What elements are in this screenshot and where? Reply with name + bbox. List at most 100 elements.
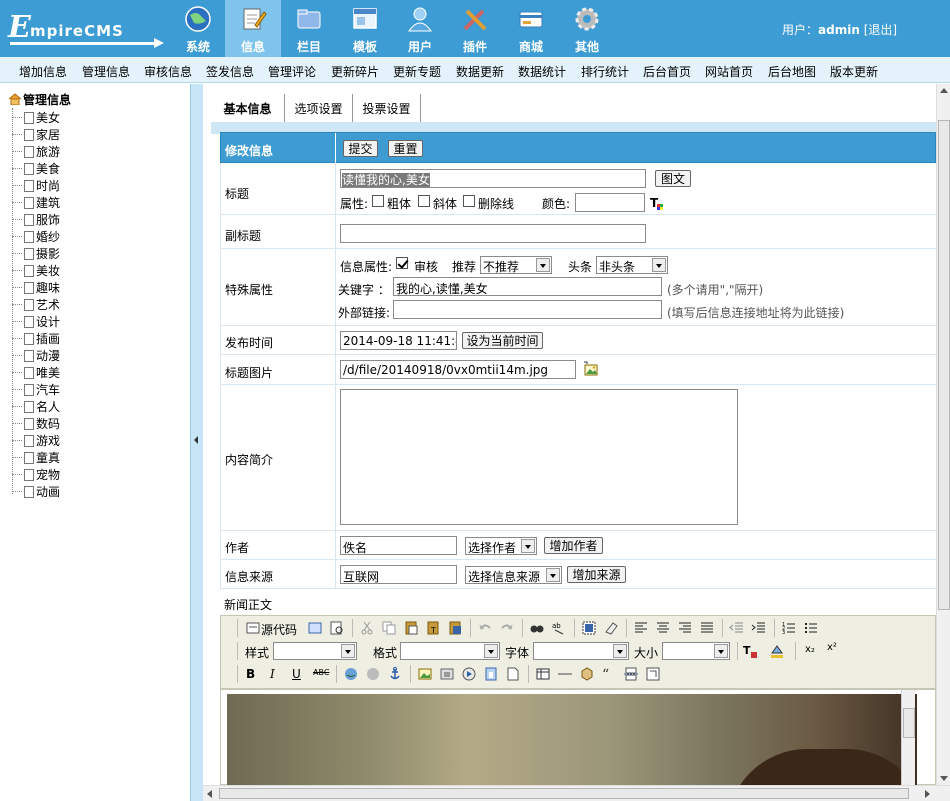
sidebar-item-clothing[interactable]: 服饰 — [12, 211, 60, 228]
italic-checkbox[interactable] — [418, 195, 430, 207]
attachment-icon[interactable] — [483, 666, 499, 682]
sidebar-item-illustration[interactable]: 插画 — [12, 330, 60, 347]
headline-select[interactable]: 非头条 — [596, 256, 668, 274]
outdent-icon[interactable] — [729, 620, 745, 636]
subnav-site-home[interactable]: 网站首页 — [705, 63, 753, 80]
strike-checkbox[interactable] — [463, 195, 475, 207]
add-source-button[interactable]: 增加来源 — [567, 566, 626, 583]
special-char-icon[interactable] — [645, 666, 661, 682]
subnav-rank-stats[interactable]: 排行统计 — [581, 63, 629, 80]
tab-basic-info[interactable]: 基本信息 — [211, 94, 285, 122]
media-icon[interactable] — [461, 666, 477, 682]
reset-button[interactable]: 重置 — [388, 140, 423, 157]
bold-icon[interactable]: B — [246, 667, 255, 681]
indent-icon[interactable] — [751, 620, 767, 636]
empirecms-logo[interactable]: E mpireCMS — [6, 8, 166, 50]
sidebar-item-fun[interactable]: 趣味 — [12, 279, 60, 296]
nav-system[interactable]: 系统 — [170, 0, 226, 57]
subnav-admin-map[interactable]: 后台地图 — [768, 63, 816, 80]
subnav-sign-info[interactable]: 签发信息 — [206, 63, 254, 80]
nav-template[interactable]: 模板 — [337, 0, 393, 57]
sidebar-item-makeup[interactable]: 美妆 — [12, 262, 60, 279]
editor-content-area[interactable] — [220, 689, 936, 785]
cut-icon[interactable] — [359, 620, 375, 636]
numbered-list-icon[interactable]: 123 — [781, 620, 797, 636]
subnav-manage-comments[interactable]: 管理评论 — [268, 63, 316, 80]
pubtime-input[interactable]: 2014-09-18 11:41:49 — [340, 331, 457, 350]
scroll-left-icon[interactable] — [207, 790, 212, 798]
scrollbar-thumb[interactable] — [938, 120, 950, 610]
size-select[interactable] — [662, 642, 730, 660]
subtitle-input[interactable] — [340, 224, 646, 243]
subnav-manage-info[interactable]: 管理信息 — [82, 63, 130, 80]
italic-icon[interactable]: I — [270, 667, 275, 681]
tab-options[interactable]: 选项设置 — [285, 94, 353, 122]
bg-color-icon[interactable] — [769, 643, 785, 659]
choose-author-select[interactable]: 选择作者 — [465, 537, 537, 555]
tab-vote[interactable]: 投票设置 — [353, 94, 421, 122]
nav-shop[interactable]: 商城 — [503, 0, 559, 57]
new-page-icon[interactable] — [505, 666, 521, 682]
subnav-audit-info[interactable]: 审核信息 — [144, 63, 192, 80]
image-icon[interactable] — [417, 666, 433, 682]
sidebar-item-pets[interactable]: 宠物 — [12, 466, 60, 483]
titlepic-input[interactable]: /d/file/20140918/0vx0mtii14m.jpg — [340, 360, 576, 379]
set-now-button[interactable]: 设为当前时间 — [462, 332, 543, 349]
choose-source-select[interactable]: 选择信息来源 — [465, 566, 562, 584]
hscrollbar-thumb[interactable] — [219, 788, 909, 799]
font-select[interactable] — [533, 642, 629, 660]
paste-icon[interactable] — [403, 620, 419, 636]
audit-checkbox[interactable] — [396, 257, 408, 269]
subscript-icon[interactable]: x₂ — [805, 644, 815, 655]
title-input[interactable]: 读懂我的心,美女 — [340, 169, 646, 188]
vertical-scrollbar[interactable] — [936, 84, 950, 785]
align-center-icon[interactable] — [655, 620, 671, 636]
nav-info[interactable]: 信息 — [225, 0, 281, 57]
subnav-version-update[interactable]: 版本更新 — [830, 63, 878, 80]
sidebar-item-fashion[interactable]: 时尚 — [12, 177, 60, 194]
add-author-button[interactable]: 增加作者 — [544, 537, 603, 554]
sidebar-item-cars[interactable]: 汽车 — [12, 381, 60, 398]
scroll-down-icon[interactable] — [940, 776, 948, 781]
align-right-icon[interactable] — [677, 620, 693, 636]
format-select[interactable] — [400, 642, 500, 660]
sidebar-item-anime[interactable]: 动漫 — [12, 347, 60, 364]
eraser-icon[interactable] — [603, 620, 619, 636]
paste-word-icon[interactable] — [447, 620, 463, 636]
link-icon[interactable] — [343, 666, 359, 682]
sidebar-item-animation[interactable]: 动画 — [12, 483, 60, 500]
sidebar-toggle[interactable] — [190, 84, 203, 801]
submit-button[interactable]: 提交 — [343, 140, 378, 157]
select-all-icon[interactable] — [581, 620, 597, 636]
logout-link[interactable]: [退出] — [864, 23, 897, 37]
maximize-icon[interactable] — [307, 620, 323, 636]
sidebar-item-architecture[interactable]: 建筑 — [12, 194, 60, 211]
sidebar-item-photography[interactable]: 摄影 — [12, 245, 60, 262]
strikethrough-icon[interactable]: ABC — [313, 668, 329, 677]
bullet-list-icon[interactable] — [803, 620, 819, 636]
editor-scrollbar[interactable] — [901, 690, 915, 785]
subnav-update-fragments[interactable]: 更新碎片 — [331, 63, 379, 80]
nav-column[interactable]: 栏目 — [281, 0, 337, 57]
color-picker-icon[interactable]: T — [649, 195, 665, 211]
image-picker-icon[interactable] — [583, 361, 599, 377]
subnav-admin-home[interactable]: 后台首页 — [643, 63, 691, 80]
redo-icon[interactable] — [499, 620, 515, 636]
keywords-input[interactable]: 我的心,读懂,美女 — [393, 277, 662, 296]
summary-textarea[interactable] — [340, 389, 738, 525]
undo-icon[interactable] — [477, 620, 493, 636]
sidebar-item-celebrity[interactable]: 名人 — [12, 398, 60, 415]
replace-icon[interactable]: ab — [551, 620, 567, 636]
sidebar-item-beauty[interactable]: 美女 — [12, 109, 60, 126]
align-left-icon[interactable] — [633, 620, 649, 636]
underline-icon[interactable]: U — [292, 667, 301, 681]
subnav-data-update[interactable]: 数据更新 — [456, 63, 504, 80]
sidebar-item-childlike[interactable]: 童真 — [12, 449, 60, 466]
subnav-data-stats[interactable]: 数据统计 — [518, 63, 566, 80]
align-justify-icon[interactable] — [699, 620, 715, 636]
quote-icon[interactable]: “ — [601, 666, 617, 682]
preview-icon[interactable] — [329, 620, 345, 636]
page-break-icon[interactable] — [623, 666, 639, 682]
nav-plugin[interactable]: 插件 — [447, 0, 503, 57]
paste-text-icon[interactable]: T — [425, 620, 441, 636]
